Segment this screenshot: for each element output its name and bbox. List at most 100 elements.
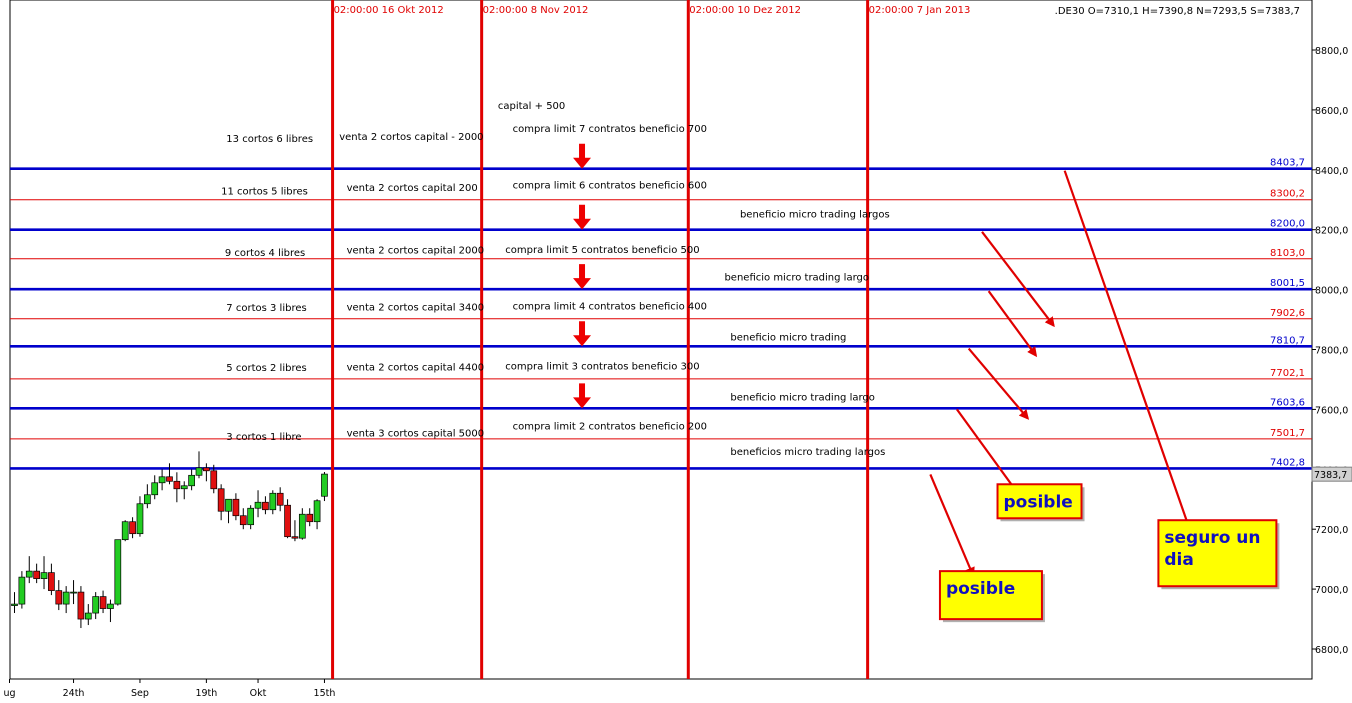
annotation: 7 cortos 3 libres bbox=[226, 303, 306, 314]
annotation: beneficios micro trading largos bbox=[730, 447, 885, 458]
candle-body bbox=[284, 504, 291, 538]
level-label: 7810,7 bbox=[1270, 335, 1305, 346]
annotation: venta 2 cortos capital 200 bbox=[347, 183, 478, 194]
candle-body bbox=[11, 603, 18, 606]
level-label: 7603,6 bbox=[1270, 397, 1305, 408]
candle-body bbox=[291, 536, 299, 539]
candle-body bbox=[40, 572, 48, 579]
annotation: capital + 500 bbox=[498, 101, 565, 112]
candle-body bbox=[33, 570, 40, 579]
y-tick-label: 8000,0 bbox=[1315, 286, 1348, 297]
level-label: 7702,1 bbox=[1270, 368, 1305, 379]
note-text: posible bbox=[1004, 492, 1073, 512]
candle-body bbox=[70, 591, 77, 594]
level-label: 8001,5 bbox=[1270, 278, 1305, 289]
annotation: beneficio micro trading largos bbox=[740, 210, 890, 221]
x-tick-label: Okt bbox=[250, 688, 267, 699]
y-tick-label: 8200,0 bbox=[1315, 226, 1348, 237]
candle-body bbox=[298, 513, 306, 539]
level-label: 8403,7 bbox=[1270, 158, 1305, 169]
annotation: beneficio micro trading bbox=[730, 333, 846, 344]
candle-body bbox=[136, 503, 144, 535]
candle-body bbox=[143, 494, 151, 505]
level-label: 8200,0 bbox=[1270, 219, 1305, 230]
annotation: compra limit 5 contratos beneficio 500 bbox=[505, 245, 699, 256]
candle-body bbox=[269, 492, 277, 511]
time-line-label: 02:00:00 10 Dez 2012 bbox=[689, 5, 801, 16]
annotation: 13 cortos 6 libres bbox=[226, 134, 313, 145]
annotation: compra limit 2 contratos beneficio 200 bbox=[513, 421, 707, 432]
time-line-label: 02:00:00 16 Okt 2012 bbox=[334, 5, 444, 16]
current-price-label: 7383,7 bbox=[1314, 470, 1347, 481]
annotation: 9 cortos 4 libres bbox=[225, 248, 305, 259]
candle-body bbox=[180, 485, 188, 490]
annotation: 5 cortos 2 libres bbox=[226, 363, 306, 374]
candle-body bbox=[225, 498, 232, 512]
candle-body bbox=[55, 590, 63, 605]
candle-body bbox=[121, 521, 129, 541]
x-tick-label: 15th bbox=[314, 688, 336, 699]
y-tick-label: 6800,0 bbox=[1315, 645, 1348, 656]
annotation: venta 2 cortos capital 2000 bbox=[347, 246, 485, 257]
y-tick-label: 8400,0 bbox=[1315, 166, 1348, 177]
price-chart: 6800,07000,07200,07400,07600,07800,08000… bbox=[3, 0, 1352, 699]
annotation: compra limit 3 contratos beneficio 300 bbox=[505, 362, 699, 373]
annotation: venta 2 cortos capital 3400 bbox=[347, 303, 485, 314]
candle bbox=[284, 499, 291, 539]
candle-body bbox=[203, 467, 210, 472]
candle-body bbox=[306, 513, 314, 523]
y-tick-label: 7000,0 bbox=[1315, 585, 1348, 596]
y-tick-label: 7600,0 bbox=[1315, 405, 1348, 416]
candle-body bbox=[151, 482, 159, 496]
candle-body bbox=[158, 476, 166, 484]
candle-body bbox=[77, 591, 85, 620]
x-tick-label: ug bbox=[3, 688, 15, 699]
annotation: compra limit 6 contratos beneficio 600 bbox=[513, 181, 707, 192]
candle-body bbox=[107, 603, 114, 609]
candle-body bbox=[321, 473, 328, 497]
candle-body bbox=[166, 476, 173, 482]
candle-body bbox=[129, 521, 136, 535]
level-label: 7501,7 bbox=[1270, 428, 1305, 439]
candle-body bbox=[188, 474, 195, 487]
candle-body bbox=[217, 488, 225, 512]
level-label: 7902,6 bbox=[1270, 308, 1305, 319]
y-tick-label: 7800,0 bbox=[1315, 346, 1348, 357]
x-tick-label: Sep bbox=[131, 688, 149, 699]
y-tick-label: 7200,0 bbox=[1315, 525, 1348, 536]
annotation: venta 2 cortos capital - 2000 bbox=[339, 132, 483, 143]
candle-body bbox=[48, 572, 55, 591]
level-label: 8300,2 bbox=[1270, 189, 1305, 200]
note-text: posible bbox=[946, 579, 1015, 599]
note-text: seguro un bbox=[1164, 528, 1260, 548]
annotation: compra limit 7 contratos beneficio 700 bbox=[513, 124, 707, 135]
candle-body bbox=[239, 515, 247, 526]
annotation: 3 cortos 1 libre bbox=[226, 432, 301, 443]
candle-body bbox=[210, 470, 218, 490]
x-tick-label: 24th bbox=[63, 688, 85, 699]
candle-body bbox=[25, 570, 33, 578]
level-label: 7402,8 bbox=[1270, 457, 1305, 468]
note-text: dia bbox=[1164, 550, 1193, 570]
time-line-label: 02:00:00 7 Jan 2013 bbox=[869, 5, 971, 16]
candle-body bbox=[262, 501, 269, 511]
candle-body bbox=[114, 539, 122, 605]
symbol-info: .DE30 O=7310,1 H=7390,8 N=7293,5 S=7383,… bbox=[1055, 6, 1300, 17]
candle-body bbox=[247, 507, 255, 526]
annotation: venta 3 cortos capital 5000 bbox=[347, 428, 485, 439]
plot-frame bbox=[9, 0, 1313, 680]
candle-body bbox=[99, 596, 107, 609]
annotation: compra limit 4 contratos beneficio 400 bbox=[513, 302, 707, 313]
annotation: 11 cortos 5 libres bbox=[221, 186, 308, 197]
candle-body bbox=[195, 467, 203, 476]
candle-body bbox=[254, 501, 262, 509]
time-line-label: 02:00:00 8 Nov 2012 bbox=[483, 5, 589, 16]
candle-body bbox=[276, 492, 284, 506]
level-label: 8103,0 bbox=[1270, 248, 1305, 259]
x-tick-label: 19th bbox=[195, 688, 217, 699]
annotation: beneficio micro trading largo bbox=[730, 392, 875, 403]
candle bbox=[121, 520, 129, 542]
y-tick-label: 8800,0 bbox=[1315, 46, 1348, 57]
candle-body bbox=[84, 612, 92, 620]
candle-body bbox=[18, 576, 26, 605]
